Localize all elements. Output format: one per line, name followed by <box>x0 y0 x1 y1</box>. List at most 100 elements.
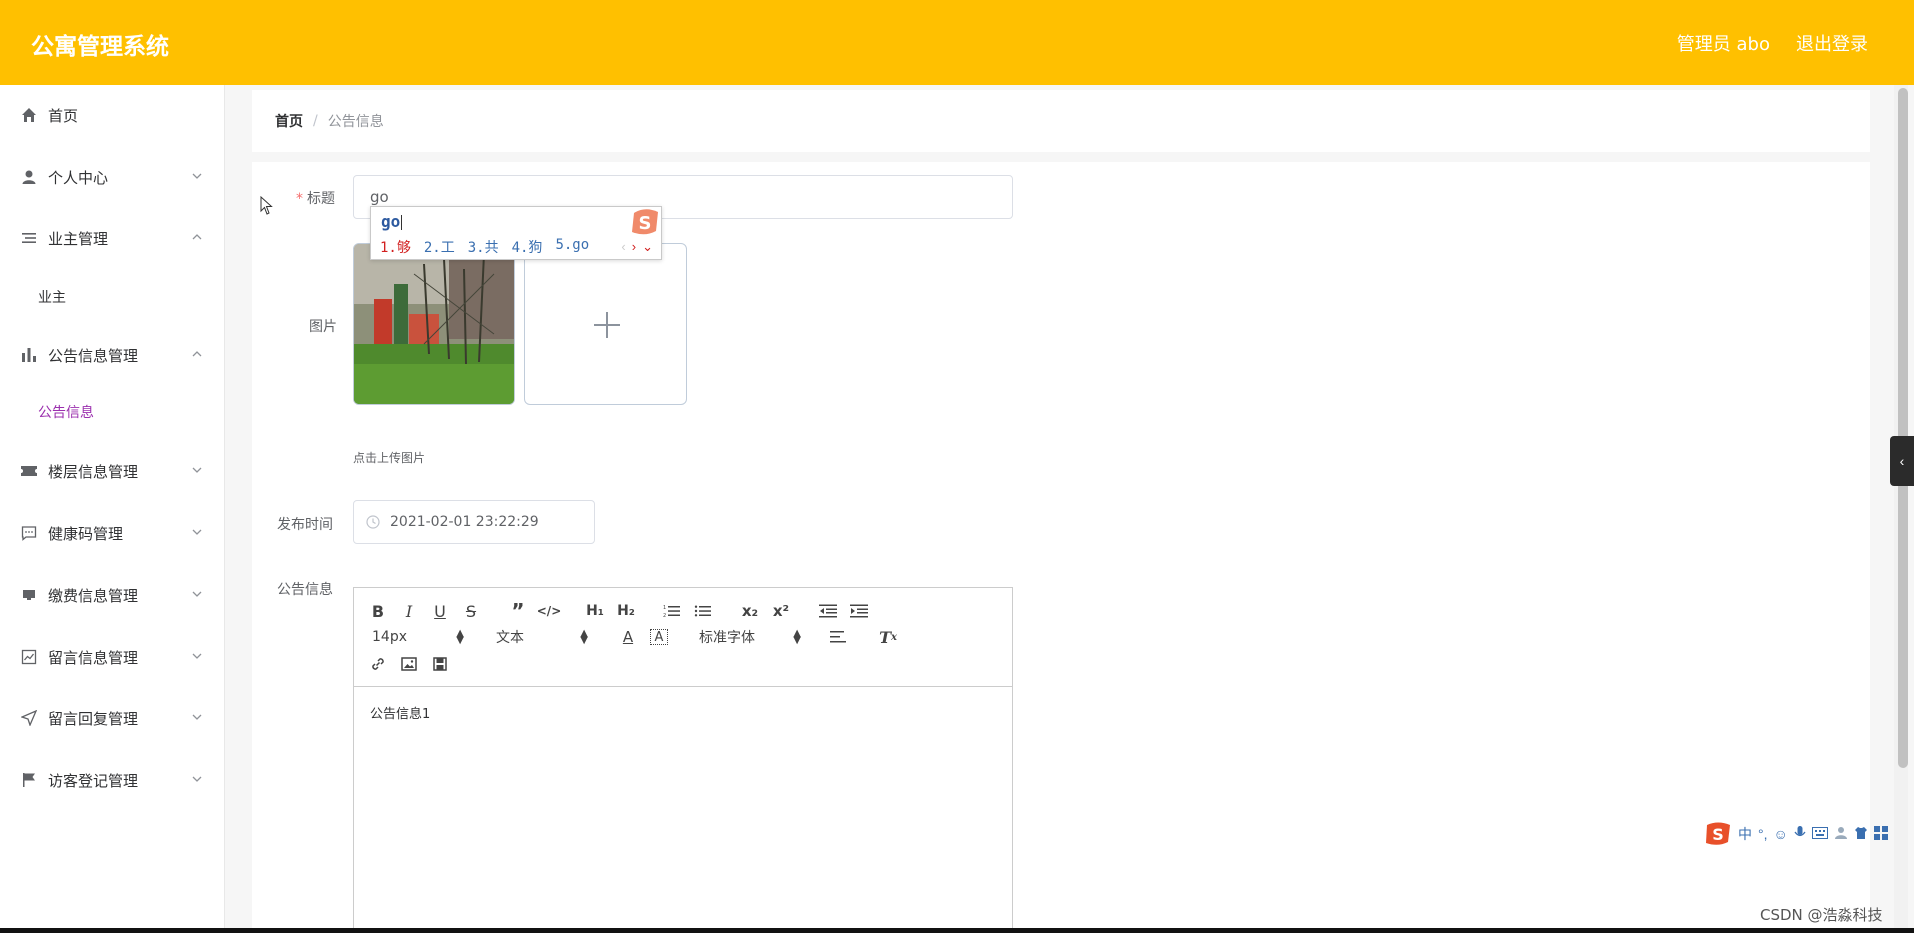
subscript-icon[interactable]: x₂ <box>738 600 762 622</box>
heading2-icon[interactable]: H₂ <box>614 600 638 622</box>
svg-text:2: 2 <box>663 613 666 618</box>
chat-icon <box>20 524 38 542</box>
ime-punctuation[interactable]: °, <box>1758 826 1768 842</box>
sidebar-subitem-owner[interactable]: 业主 <box>0 277 225 317</box>
prev-page-icon[interactable]: ‹ <box>621 239 625 255</box>
chevron-down-icon <box>192 591 202 597</box>
sidebar-item-visitor[interactable]: 访客登记管理 <box>0 760 225 800</box>
ime-candidate[interactable]: 5.go <box>555 237 589 257</box>
admin-name[interactable]: 管理员 abo <box>1677 30 1770 56</box>
indent-icon[interactable] <box>847 600 871 622</box>
keyboard-icon[interactable] <box>1811 826 1828 842</box>
clear-format-icon[interactable]: Tx <box>876 626 900 648</box>
ordered-list-icon[interactable]: 12 <box>660 600 684 622</box>
expand-icon[interactable]: ⌄ <box>642 239 653 255</box>
publish-time-label: 发布时间 <box>277 517 333 533</box>
header-select[interactable]: 文本 ▲ ▼ <box>496 626 588 648</box>
sidebar-item-notice-management[interactable]: 公告信息管理 <box>0 335 225 375</box>
bullet-list-icon[interactable] <box>691 600 715 622</box>
bar-chart-icon <box>20 346 38 364</box>
ime-status-bar: S 中 °, ☺ <box>1704 820 1914 848</box>
sidebar-item-label: 楼层信息管理 <box>48 462 139 481</box>
select-caret-icon: ▲ ▼ <box>793 628 801 646</box>
image-icon[interactable] <box>397 653 421 675</box>
strike-icon[interactable]: S <box>459 600 483 622</box>
heading1-icon[interactable]: H₁ <box>583 600 607 622</box>
sidebar-item-label: 公告信息管理 <box>48 346 139 365</box>
superscript-icon[interactable]: x² <box>769 600 793 622</box>
sidebar-item-label: 留言信息管理 <box>48 648 139 667</box>
video-icon[interactable] <box>428 653 452 675</box>
chevron-down-icon <box>192 467 202 473</box>
chevron-up-icon <box>192 351 202 357</box>
user-account-icon[interactable] <box>1834 826 1848 843</box>
sidebar-item-health-code[interactable]: 健康码管理 <box>0 513 225 553</box>
editor-toolbar: B I U S ” </> H₁ H₂ 12 x₂ x² 14px ▲ ▼ 文本 … <box>354 588 1012 687</box>
sidebar-item-label: 访客登记管理 <box>48 771 139 790</box>
toolbox-icon[interactable] <box>1873 825 1888 843</box>
font-size-select[interactable]: 14px ▲ ▼ <box>372 626 464 648</box>
sidebar-item-floor-management[interactable]: 楼层信息管理 <box>0 451 225 491</box>
flag-icon <box>20 771 38 789</box>
background-color-icon[interactable]: A <box>650 629 668 645</box>
align-icon[interactable] <box>826 626 850 648</box>
scrollbar-thumb[interactable] <box>1898 88 1908 768</box>
sidebar: 首页 个人中心 业主管理 业主 公告信息管理 公告信息 楼层信息管理 健康码管理… <box>0 85 225 928</box>
font-family-select[interactable]: 标准字体 ▲ ▼ <box>699 626 801 648</box>
editor-content[interactable]: 公告信息1 <box>370 703 430 722</box>
ime-candidate[interactable]: 2.工 <box>424 237 455 257</box>
sidebar-item-label: 业主管理 <box>48 229 109 248</box>
code-block-icon[interactable]: </> <box>537 600 562 622</box>
italic-icon[interactable]: I <box>397 600 421 622</box>
mouse-cursor-icon <box>260 196 273 215</box>
image-upload-button[interactable] <box>524 243 687 405</box>
side-panel-toggle[interactable]: ‹ <box>1890 436 1914 486</box>
ime-candidate[interactable]: 3.共 <box>468 237 499 257</box>
microphone-icon[interactable] <box>1794 825 1806 843</box>
sidebar-item-home[interactable]: 首页 <box>0 95 225 135</box>
breadcrumb-current: 公告信息 <box>327 114 384 130</box>
user-icon <box>20 168 38 186</box>
skin-icon[interactable] <box>1854 826 1868 843</box>
box-icon <box>20 586 38 604</box>
app-title: 公寓管理系统 <box>31 34 169 60</box>
playground-photo <box>354 244 514 404</box>
sidebar-item-owner-management[interactable]: 业主管理 <box>0 218 225 258</box>
bold-icon[interactable]: B <box>366 600 390 622</box>
select-caret-icon: ▲ ▼ <box>580 628 588 646</box>
underline-icon[interactable]: U <box>428 600 452 622</box>
sidebar-item-label: 首页 <box>48 106 79 125</box>
ime-candidate-popup: go S 1.够 2.工 3.共 4.狗 5.go ‹ › ⌄ <box>370 206 662 260</box>
ime-mode[interactable]: 中 <box>1738 824 1752 844</box>
breadcrumb-home[interactable]: 首页 <box>275 111 303 131</box>
sidebar-item-label: 留言回复管理 <box>48 709 139 728</box>
sidebar-subitem-notice[interactable]: 公告信息 <box>0 392 225 432</box>
chevron-down-icon <box>192 173 202 179</box>
sidebar-item-reply[interactable]: 留言回复管理 <box>0 698 225 738</box>
ime-composition: go <box>381 212 401 231</box>
blockquote-icon[interactable]: ” <box>506 599 530 623</box>
sidebar-item-personal-center[interactable]: 个人中心 <box>0 157 225 197</box>
publish-time-picker[interactable]: 2021-02-01 23:22:29 <box>353 500 595 544</box>
sidebar-item-payment[interactable]: 缴费信息管理 <box>0 575 225 615</box>
ticket-icon <box>20 462 38 480</box>
link-icon[interactable] <box>366 653 390 675</box>
sidebar-item-message[interactable]: 留言信息管理 <box>0 637 225 677</box>
ime-candidate[interactable]: 1.够 <box>380 237 411 257</box>
uploaded-image-thumbnail[interactable] <box>353 243 515 405</box>
sidebar-item-label: 个人中心 <box>48 168 109 187</box>
logout-link[interactable]: 退出登录 <box>1796 30 1868 56</box>
outdent-icon[interactable] <box>816 600 840 622</box>
chevron-left-icon: ‹ <box>1899 453 1905 469</box>
ime-candidate[interactable]: 4.狗 <box>512 237 543 257</box>
next-page-icon[interactable]: › <box>632 239 636 255</box>
emoji-icon[interactable]: ☺ <box>1774 826 1788 842</box>
svg-text:S: S <box>1712 825 1724 844</box>
sogou-logo-icon: S <box>1706 822 1730 845</box>
font-color-icon[interactable]: A <box>616 626 640 648</box>
publish-time-value: 2021-02-01 23:22:29 <box>390 514 539 530</box>
line-chart-icon <box>20 648 38 666</box>
breadcrumb: 首页 / 公告信息 <box>252 90 1870 152</box>
chevron-up-icon <box>192 234 202 240</box>
content-label: 公告信息 <box>277 582 333 598</box>
